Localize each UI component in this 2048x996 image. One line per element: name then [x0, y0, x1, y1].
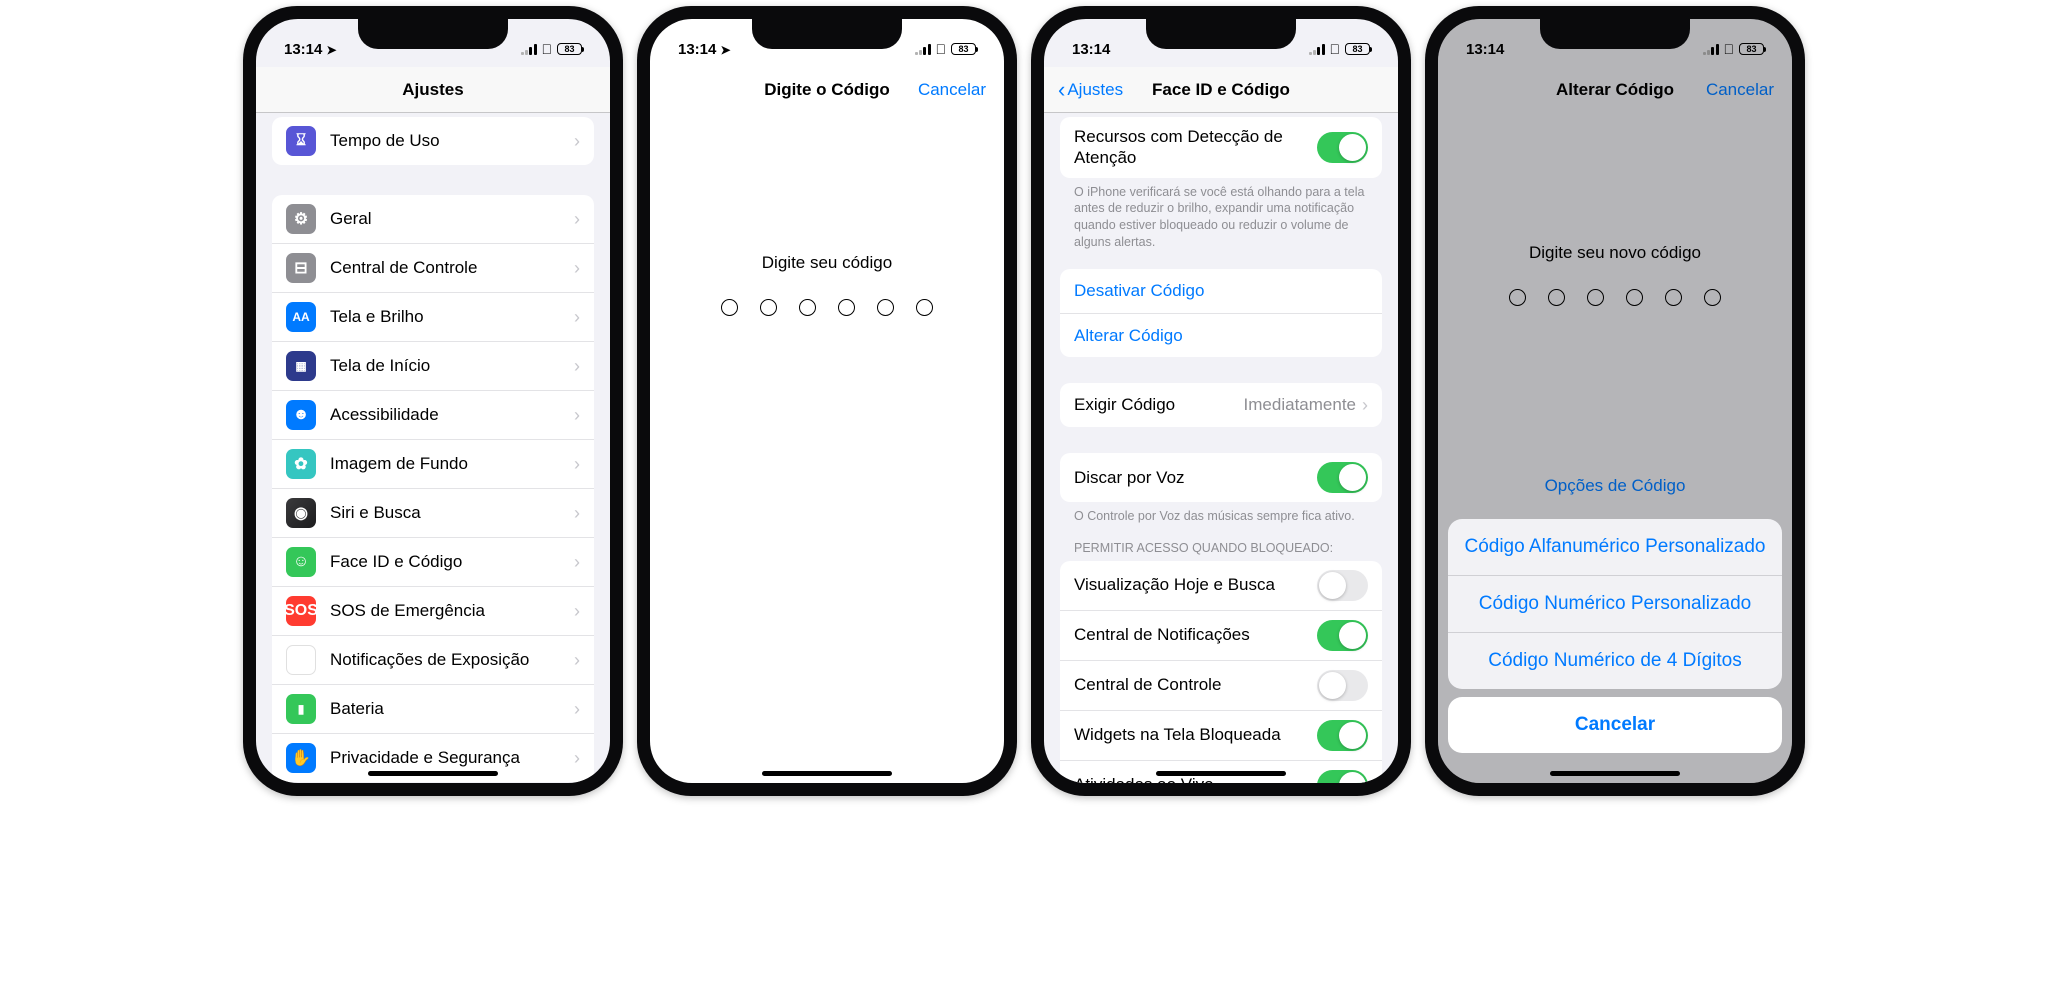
row-faceid[interactable]: ☺︎Face ID e Código›: [272, 537, 594, 586]
toggle-lock-control[interactable]: [1317, 670, 1368, 701]
back-button[interactable]: ‹Ajustes: [1058, 77, 1123, 103]
toggle-lock-notif[interactable]: [1317, 620, 1368, 651]
row-sos[interactable]: SOSSOS de Emergência›: [272, 586, 594, 635]
row-lock-notif: Central de Notificações: [1060, 610, 1382, 660]
row-lock-control: Central de Controle: [1060, 660, 1382, 710]
grid-icon: ▦: [286, 351, 316, 381]
exposure-icon: ✺: [286, 645, 316, 675]
row-require-code[interactable]: Exigir Código Imediatamente ›: [1060, 383, 1382, 427]
status-time: 13:14 ➤: [284, 41, 337, 58]
home-indicator[interactable]: [1550, 771, 1680, 776]
toggle-lock-widgets[interactable]: [1317, 720, 1368, 751]
location-icon: ➤: [327, 43, 337, 57]
toggle-attention[interactable]: [1317, 132, 1368, 163]
signal-icon: [521, 44, 537, 55]
row-change-code[interactable]: Alterar Código: [1060, 313, 1382, 357]
lock-header: PERMITIR ACESSO QUANDO BLOQUEADO:: [1044, 525, 1398, 561]
action-sheet-overlay[interactable]: Código Alfanumérico Personalizado Código…: [1438, 19, 1792, 783]
home-indicator[interactable]: [762, 771, 892, 776]
chevron-left-icon: ‹: [1058, 77, 1065, 103]
nav-bar: ‹Ajustes Face ID e Código: [1044, 67, 1398, 113]
phone-enter-passcode: 13:14 ➤ 􀙇 83 Digite o Código Cancelar Di…: [637, 6, 1017, 796]
battery-icon: 83: [557, 43, 582, 55]
voice-footer: O Controle por Voz das músicas sempre fi…: [1044, 502, 1398, 525]
wifi-icon: 􀙇: [542, 42, 553, 56]
action-sheet: Código Alfanumérico Personalizado Código…: [1448, 519, 1782, 689]
row-control-center[interactable]: ⊟Central de Controle›: [272, 243, 594, 292]
face-id-icon: ☺︎: [286, 547, 316, 577]
flower-icon: ✿: [286, 449, 316, 479]
row-wallpaper[interactable]: ✿Imagem de Fundo›: [272, 439, 594, 488]
hourglass-icon: ⌛︎: [286, 126, 316, 156]
siri-icon: ◉: [286, 498, 316, 528]
row-battery[interactable]: ▮Bateria›: [272, 684, 594, 733]
row-attention: Recursos com Detecção de Atenção: [1060, 117, 1382, 178]
sheet-cancel-button[interactable]: Cancelar: [1448, 697, 1782, 753]
chevron-right-icon: ›: [574, 131, 580, 152]
page-title: Ajustes: [402, 80, 463, 100]
cancel-button[interactable]: Cancelar: [918, 80, 986, 100]
sheet-alphanumeric[interactable]: Código Alfanumérico Personalizado: [1448, 519, 1782, 575]
row-lock-widgets: Widgets na Tela Bloqueada: [1060, 710, 1382, 760]
switches-icon: ⊟: [286, 253, 316, 283]
notch: [358, 19, 508, 49]
toggle-lock-today[interactable]: [1317, 570, 1368, 601]
row-voice-dial: Discar por Voz: [1060, 453, 1382, 502]
battery-row-icon: ▮: [286, 694, 316, 724]
page-title: Digite o Código: [764, 80, 890, 100]
home-indicator[interactable]: [368, 771, 498, 776]
gear-icon: ⚙︎: [286, 204, 316, 234]
hand-icon: ✋: [286, 743, 316, 773]
toggle-voice-dial[interactable]: [1317, 462, 1368, 493]
row-accessibility[interactable]: ☻Acessibilidade›: [272, 390, 594, 439]
row-display[interactable]: AATela e Brilho›: [272, 292, 594, 341]
faceid-list[interactable]: Recursos com Detecção de Atenção O iPhon…: [1044, 113, 1398, 783]
row-disable-code[interactable]: Desativar Código: [1060, 269, 1382, 313]
phone-settings: 13:14 ➤ 􀙇 83 Ajustes ⌛︎ Tempo de Uso › ⚙…: [243, 6, 623, 796]
home-indicator[interactable]: [1156, 771, 1286, 776]
passcode-prompt: Digite seu código: [650, 253, 1004, 273]
text-size-icon: AA: [286, 302, 316, 332]
row-siri[interactable]: ◉Siri e Busca›: [272, 488, 594, 537]
row-screen-time[interactable]: ⌛︎ Tempo de Uso ›: [272, 117, 594, 165]
settings-list[interactable]: ⌛︎ Tempo de Uso › ⚙︎Geral› ⊟Central de C…: [256, 113, 610, 783]
toggle-lock-live[interactable]: [1317, 770, 1368, 783]
passcode-area: Digite seu código: [650, 253, 1004, 316]
phone-faceid-settings: 13:14 􀙇 83 ‹Ajustes Face ID e Código Rec…: [1031, 6, 1411, 796]
row-exposure[interactable]: ✺Notificações de Exposição›: [272, 635, 594, 684]
row-lock-today: Visualização Hoje e Busca: [1060, 561, 1382, 610]
attention-footer: O iPhone verificará se você está olhando…: [1044, 178, 1398, 252]
row-general[interactable]: ⚙︎Geral›: [272, 195, 594, 243]
passcode-dots[interactable]: [650, 299, 1004, 316]
nav-bar: Ajustes: [256, 67, 610, 113]
phone-change-passcode: 13:14 􀙇 83 Alterar Código Cancelar Digit…: [1425, 6, 1805, 796]
sos-icon: SOS: [286, 596, 316, 626]
sheet-4digit[interactable]: Código Numérico de 4 Dígitos: [1448, 632, 1782, 689]
sheet-custom-numeric[interactable]: Código Numérico Personalizado: [1448, 575, 1782, 632]
nav-bar: Digite o Código Cancelar: [650, 67, 1004, 113]
row-home-screen[interactable]: ▦Tela de Início›: [272, 341, 594, 390]
page-title: Face ID e Código: [1152, 80, 1290, 100]
accessibility-icon: ☻: [286, 400, 316, 430]
